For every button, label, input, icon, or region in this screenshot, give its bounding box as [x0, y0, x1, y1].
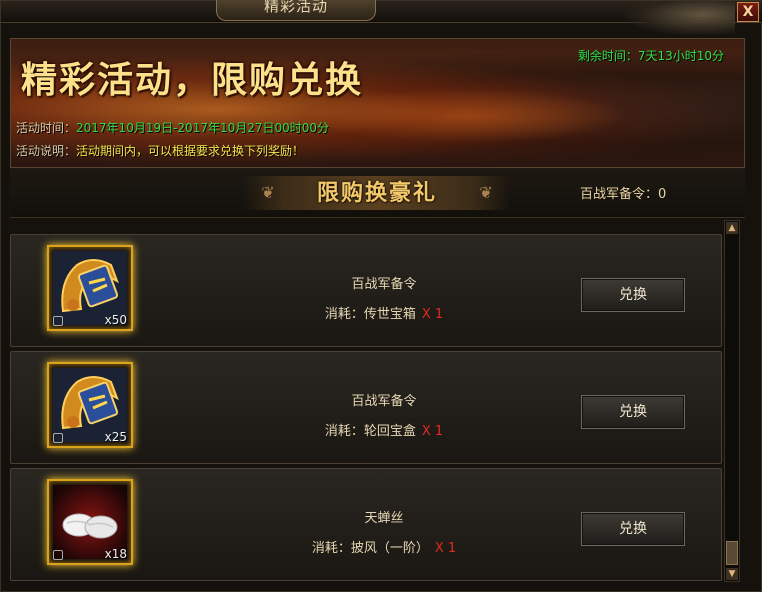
item-name: 百战军备令: [351, 277, 417, 292]
token-counter: 百战军备令：0: [580, 187, 667, 202]
cost-item: 披风（一阶）: [350, 541, 429, 556]
item-cost: 消耗：传世宝箱 X 1: [261, 303, 507, 322]
cost-label: 消耗：: [311, 541, 351, 556]
exchange-button[interactable]: 兑换: [581, 278, 685, 312]
ornament-right-icon: ❦: [479, 183, 493, 202]
cost-multiplier: X 1: [434, 541, 457, 556]
activity-window: 精彩活动 X 精彩活动，限购兑换 剩余时间：7天13小时10分 活动时间：201…: [0, 0, 762, 592]
scroll-thumb[interactable]: [726, 541, 738, 565]
scroll-down-icon[interactable]: ▼: [726, 568, 738, 580]
list-item: x50 百战军备令 消耗：传世宝箱 X 1 兑换: [10, 234, 722, 347]
item-quantity: x50: [104, 313, 127, 327]
item-name: 天蝉丝: [364, 511, 404, 526]
section-title: 限购换豪礼: [316, 180, 437, 206]
dragon-ornament-icon: [625, 1, 735, 35]
event-time-label: 活动时间：: [16, 121, 77, 135]
lock-icon: [53, 550, 63, 560]
close-button[interactable]: X: [737, 2, 759, 22]
ornament-left-icon: ❦: [261, 183, 275, 202]
event-banner: 精彩活动，限购兑换 剩余时间：7天13小时10分 活动时间：2017年10月19…: [10, 38, 745, 168]
item-cost: 消耗：轮回宝盒 X 1: [261, 420, 507, 439]
section-header: ❦ 限购换豪礼 ❦ 百战军备令：0: [10, 168, 745, 218]
item-slot[interactable]: x50: [47, 245, 133, 331]
event-time-value: 2017年10月19日-2017年10月27日00时00分: [76, 121, 330, 135]
cost-multiplier: X 1: [421, 424, 444, 439]
exchange-list: x50 百战军备令 消耗：传世宝箱 X 1 兑换 x25 百战军备令 消耗：轮回…: [10, 225, 722, 587]
item-quantity: x18: [104, 547, 127, 561]
lock-icon: [53, 316, 63, 326]
cost-multiplier: X 1: [421, 307, 444, 322]
item-name: 百战军备令: [351, 394, 417, 409]
item-quantity: x25: [104, 430, 127, 444]
list-item: x18 天蝉丝 消耗：披风（一阶） X 1 兑换: [10, 468, 722, 581]
cost-label: 消耗：: [324, 307, 364, 322]
event-desc-label: 活动说明：: [16, 144, 77, 158]
exchange-button[interactable]: 兑换: [581, 512, 685, 546]
event-time-row: 活动时间：2017年10月19日-2017年10月27日00时00分: [16, 119, 329, 136]
exchange-button[interactable]: 兑换: [581, 395, 685, 429]
window-title: 精彩活动: [216, 0, 376, 21]
item-cost: 消耗：披风（一阶） X 1: [261, 537, 507, 556]
cost-label: 消耗：: [324, 424, 364, 439]
lock-icon: [53, 433, 63, 443]
cost-item: 传世宝箱: [363, 307, 416, 322]
event-desc-row: 活动说明：活动期间内，可以根据要求兑换下列奖励！: [16, 142, 304, 159]
countdown-text: 剩余时间：7天13小时10分: [577, 49, 724, 63]
scrollbar[interactable]: ▲ ▼: [724, 220, 740, 582]
banner-title: 精彩活动，限购兑换: [21, 59, 364, 101]
item-slot[interactable]: x18: [47, 479, 133, 565]
title-bar[interactable]: 精彩活动 X: [1, 0, 762, 35]
event-desc-value: 活动期间内，可以根据要求兑换下列奖励！: [76, 144, 305, 158]
cost-item: 轮回宝盒: [363, 424, 416, 439]
item-slot[interactable]: x25: [47, 362, 133, 448]
section-title-plate: ❦ 限购换豪礼 ❦: [243, 176, 511, 210]
scroll-up-icon[interactable]: ▲: [726, 222, 738, 234]
list-item: x25 百战军备令 消耗：轮回宝盒 X 1 兑换: [10, 351, 722, 464]
